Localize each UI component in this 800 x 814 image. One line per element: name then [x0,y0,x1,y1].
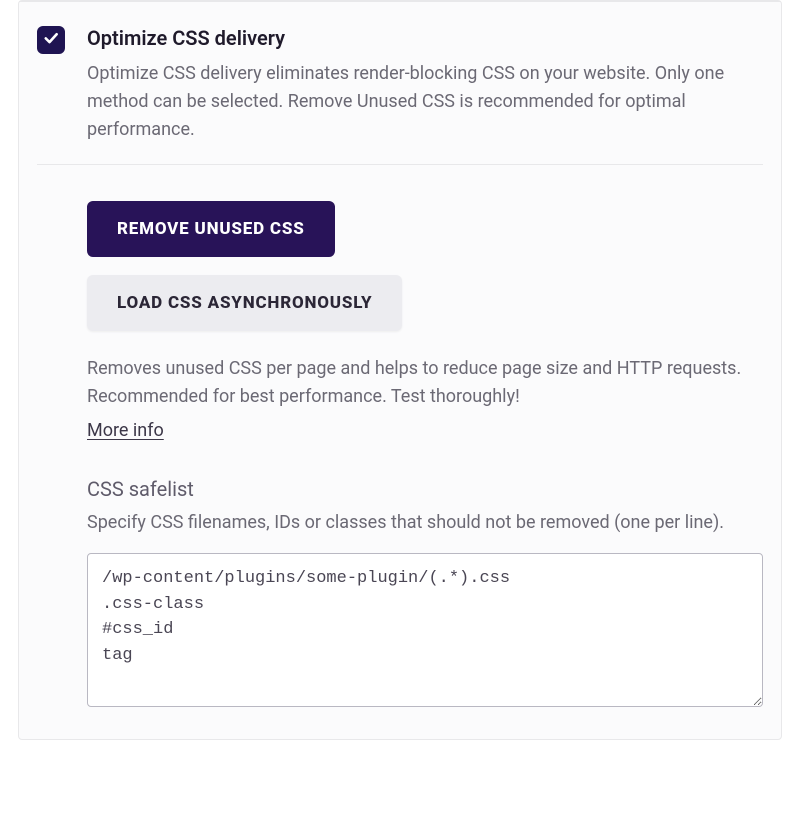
css-safelist-description: Specify CSS filenames, IDs or classes th… [87,509,763,537]
sub-content: REMOVE UNUSED CSS LOAD CSS ASYNCHRONOUSL… [19,165,781,711]
css-safelist-title: CSS safelist [87,477,763,501]
method-description: Removes unused CSS per page and helps to… [87,355,763,413]
option-description: Optimize CSS delivery eliminates render-… [87,60,763,144]
more-info-link[interactable]: More info [87,420,164,441]
css-delivery-panel: Optimize CSS delivery Optimize CSS deliv… [18,0,782,740]
optimize-css-option-row: Optimize CSS delivery Optimize CSS deliv… [19,2,781,164]
option-title: Optimize CSS delivery [87,26,763,50]
check-icon [42,29,60,51]
option-text-block: Optimize CSS delivery Optimize CSS deliv… [87,24,763,144]
load-css-async-button[interactable]: LOAD CSS ASYNCHRONOUSLY [87,275,402,331]
css-safelist-block: CSS safelist Specify CSS filenames, IDs … [87,477,763,710]
css-safelist-textarea[interactable] [87,553,763,707]
remove-unused-css-button[interactable]: REMOVE UNUSED CSS [87,201,335,257]
optimize-css-checkbox[interactable] [37,26,65,54]
